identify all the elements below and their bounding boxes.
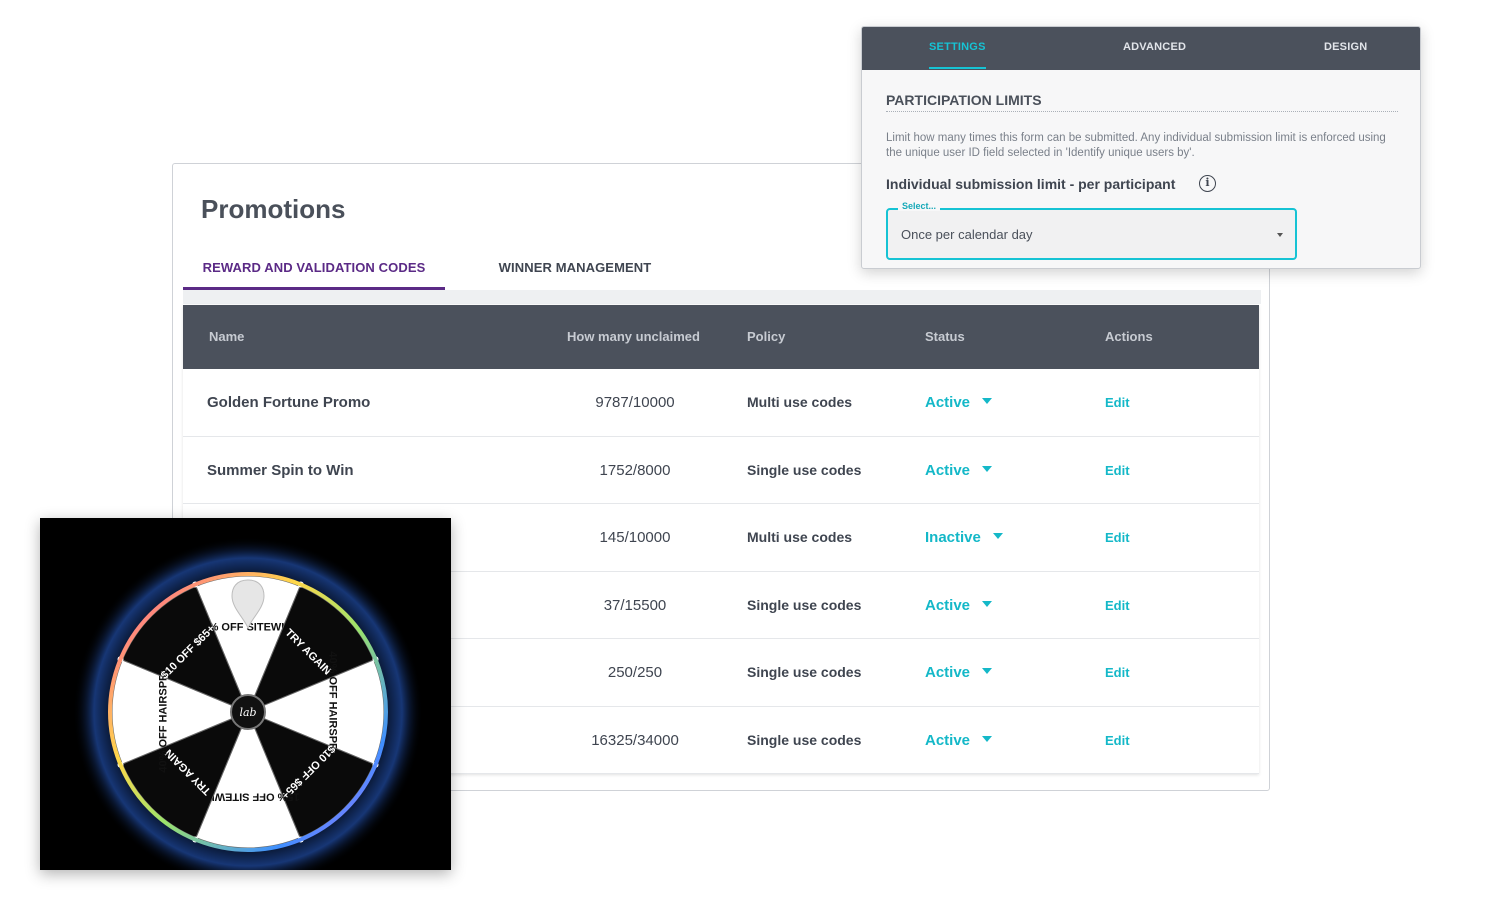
status-dropdown[interactable]: Active — [925, 369, 993, 436]
edit-link[interactable]: Edit — [1105, 369, 1130, 436]
info-icon[interactable]: i — [1199, 175, 1216, 192]
caret-down-icon — [982, 465, 993, 472]
table-row: Summer Spin to Win 1752/8000 Single use … — [183, 436, 1259, 504]
row-unclaimed: 16325/34000 — [591, 731, 679, 749]
edit-link[interactable]: Edit — [1105, 437, 1130, 504]
row-policy: Multi use codes — [747, 529, 853, 545]
row-name: Summer Spin to Win — [207, 461, 354, 479]
tab-winner-management[interactable]: WINNER MANAGEMENT — [481, 256, 669, 290]
row-policy: Single use codes — [747, 664, 862, 680]
caret-down-icon — [982, 668, 993, 674]
status-dropdown[interactable]: Active — [925, 437, 993, 504]
select-value: Once per calendar day — [901, 227, 1033, 242]
caret-down-icon — [992, 533, 1003, 539]
status-label: Active — [925, 731, 971, 749]
column-header-actions: Actions — [1105, 329, 1153, 344]
status-label: Active — [925, 664, 971, 681]
wheel-logo: lab — [239, 706, 256, 719]
section-title: PARTICIPATION LIMITS — [886, 92, 1398, 112]
row-policy: Single use codes — [747, 596, 862, 613]
section-description: Limit how many times this form can be su… — [886, 132, 1386, 159]
tab-divider — [183, 290, 1261, 304]
caret-down-icon — [982, 600, 993, 607]
row-unclaimed: 9787/10000 — [595, 394, 675, 411]
status-label: Active — [925, 461, 971, 479]
spin-wheel-graphic: 15% OFF SITEWIDETRY AGAIN40% OFF HAIRSPR… — [73, 537, 423, 870]
column-header-name[interactable]: Name — [209, 305, 244, 369]
row-unclaimed: 37/15500 — [603, 596, 667, 614]
page-title: Promotions — [201, 194, 346, 224]
edit-link[interactable]: Edit — [1105, 639, 1130, 706]
chevron-down-icon — [1277, 233, 1283, 237]
status-dropdown[interactable]: Inactive — [925, 504, 1003, 571]
column-header-policy[interactable]: Policy — [747, 305, 785, 369]
row-unclaimed: 1752/8000 — [599, 461, 671, 479]
caret-down-icon — [982, 735, 993, 742]
row-name: Golden Fortune Promo — [207, 394, 371, 411]
status-label: Active — [925, 394, 971, 411]
row-unclaimed: 250/250 — [607, 664, 663, 681]
caret-down-icon — [982, 398, 993, 404]
status-label: Active — [925, 596, 971, 614]
edit-link[interactable]: Edit — [1105, 572, 1130, 639]
table-row: Golden Fortune Promo 9787/10000 Multi us… — [183, 369, 1259, 437]
edit-link[interactable]: Edit — [1105, 707, 1130, 774]
status-label: Inactive — [925, 529, 981, 546]
status-dropdown[interactable]: Active — [925, 707, 993, 774]
settings-tabs: SETTINGS ADVANCED DESIGN — [862, 27, 1420, 70]
settings-card: SETTINGS ADVANCED DESIGN PARTICIPATION L… — [861, 26, 1421, 269]
tab-reward-and-validation-codes[interactable]: REWARD AND VALIDATION CODES — [183, 256, 445, 290]
table-header: Name How many unclaimed Policy Status Ac… — [183, 305, 1259, 369]
row-unclaimed: 145/10000 — [599, 529, 671, 546]
tab-settings[interactable]: SETTINGS — [929, 27, 986, 69]
tab-design[interactable]: DESIGN — [1324, 27, 1367, 67]
row-policy: Single use codes — [747, 461, 862, 478]
row-policy: Single use codes — [747, 731, 862, 748]
status-dropdown[interactable]: Active — [925, 639, 993, 706]
field-label: Individual submission limit - per partic… — [886, 176, 1176, 192]
spin-wheel-image: 15% OFF SITEWIDETRY AGAIN40% OFF HAIRSPR… — [40, 518, 451, 870]
column-header-status[interactable]: Status — [925, 305, 965, 369]
column-header-unclaimed[interactable]: How many unclaimed — [567, 305, 700, 369]
edit-link[interactable]: Edit — [1105, 504, 1130, 571]
status-dropdown[interactable]: Active — [925, 572, 993, 639]
select-legend: Select... — [898, 201, 941, 211]
submission-limit-select[interactable]: Select... Once per calendar day — [886, 201, 1297, 260]
screenshot-stage: Promotions REWARD AND VALIDATION CODES W… — [0, 0, 1500, 900]
tab-advanced[interactable]: ADVANCED — [1123, 27, 1186, 67]
row-policy: Multi use codes — [747, 394, 853, 410]
